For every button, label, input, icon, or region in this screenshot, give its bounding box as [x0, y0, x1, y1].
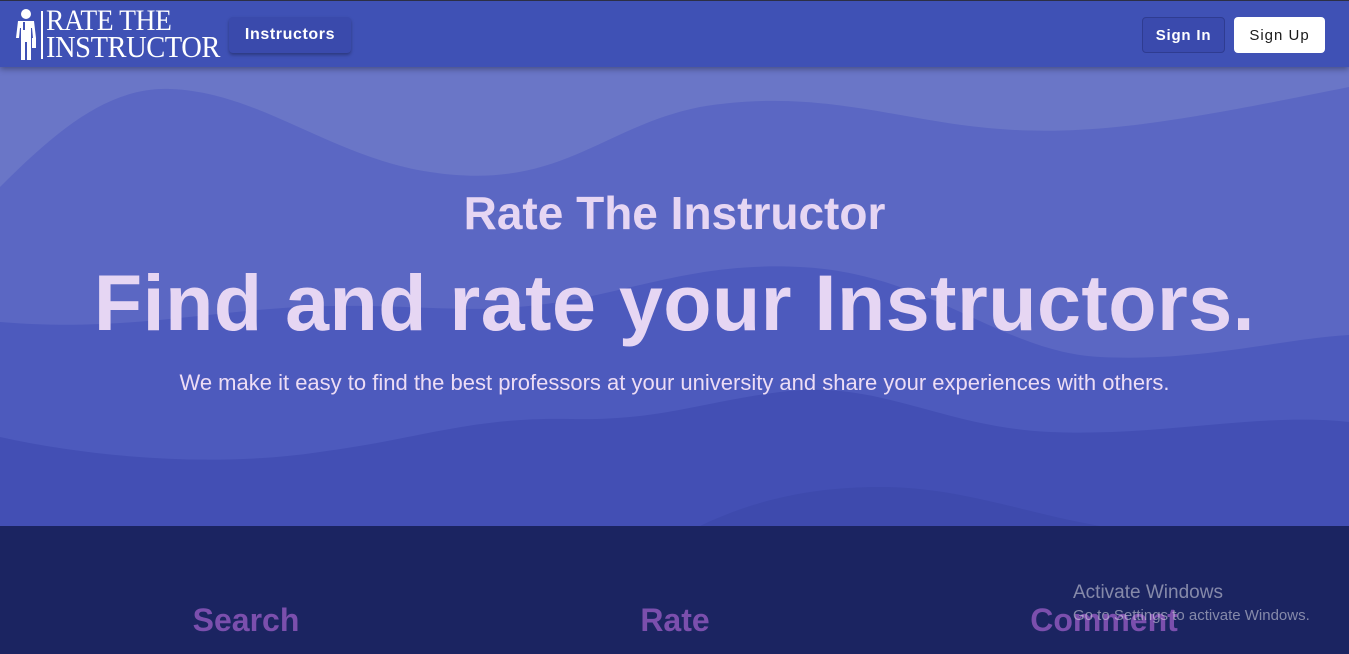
sign-up-button[interactable]: Sign Up	[1234, 17, 1325, 53]
top-navbar: RATE THE INSTRUCTOR Instructors Sign In …	[0, 0, 1349, 67]
hero-title: Find and rate your Instructors.	[93, 258, 1256, 347]
hero-description: We make it easy to find the best profess…	[179, 370, 1170, 395]
watermark-subtitle: Go to Settings to activate Windows.	[1073, 607, 1310, 624]
logo-divider	[41, 11, 43, 59]
watermark-title: Activate Windows	[1073, 582, 1223, 603]
feature-rate-label: Rate	[640, 602, 710, 638]
feature-search-label: Search	[192, 602, 300, 638]
logo-line-2: INSTRUCTOR	[46, 29, 220, 64]
site-logo[interactable]: RATE THE INSTRUCTOR	[14, 6, 220, 64]
hero-section: Rate The Instructor Find and rate your I…	[0, 67, 1349, 526]
logo-wordmark: RATE THE INSTRUCTOR	[46, 6, 220, 64]
hero-subtitle: Rate The Instructor	[463, 187, 886, 239]
instructor-figure-icon	[16, 9, 36, 60]
sign-in-button[interactable]: Sign In	[1142, 17, 1225, 53]
activate-windows-watermark: Activate Windows Go to Settings to activ…	[1073, 580, 1310, 626]
instructors-nav-button[interactable]: Instructors	[229, 17, 351, 53]
